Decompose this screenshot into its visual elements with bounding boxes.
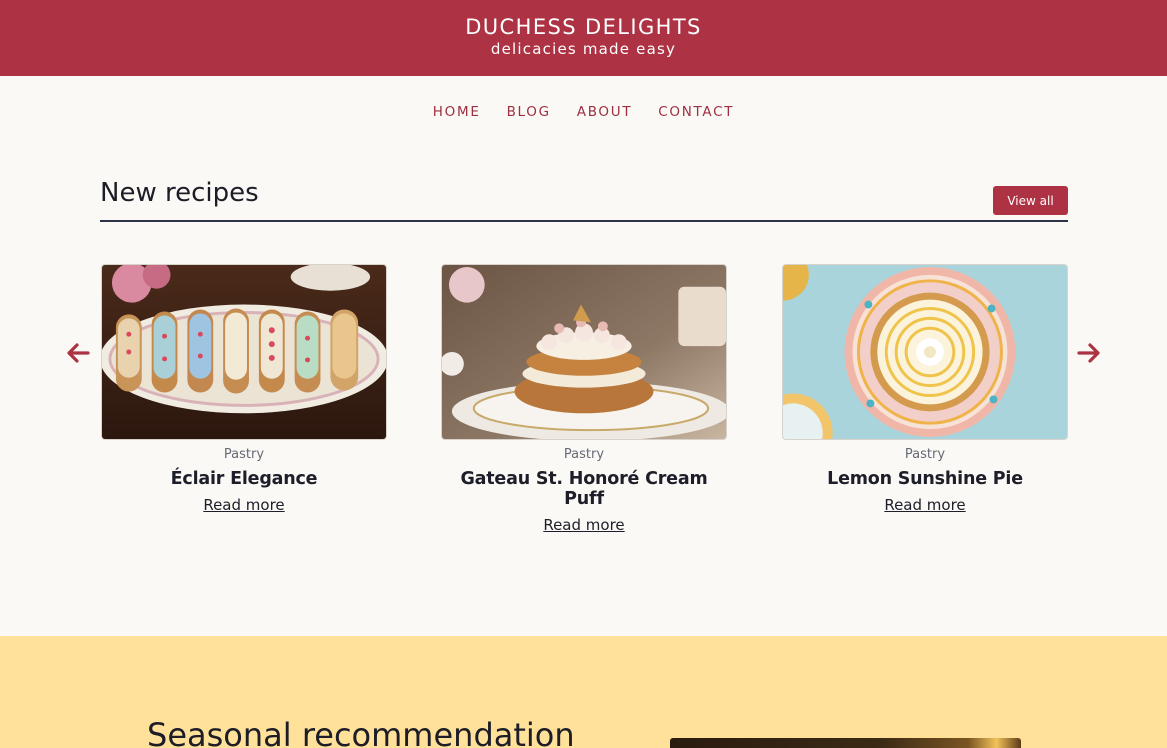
arrow-right-icon[interactable]: [1076, 340, 1102, 366]
arrow-left-icon[interactable]: [65, 340, 91, 366]
recipe-card: Pastry Lemon Sunshine Pie Read more: [782, 264, 1068, 514]
recipe-title[interactable]: Éclair Elegance: [101, 469, 387, 489]
seasonal-heading: Seasonal recommendation: [147, 716, 575, 748]
recipe-category: Pastry: [223, 447, 265, 462]
lemon-pie-photo[interactable]: [782, 264, 1068, 440]
recipe-title[interactable]: Gateau St. Honoré Cream Puff: [441, 469, 727, 509]
recipe-category: Pastry: [563, 447, 605, 462]
nav-contact[interactable]: CONTACT: [658, 104, 734, 120]
cream-puff-photo[interactable]: [441, 264, 727, 440]
section-divider: [100, 220, 1068, 222]
eclairs-photo[interactable]: [101, 264, 387, 440]
seasonal-photo[interactable]: [670, 738, 1021, 748]
nav-about[interactable]: ABOUT: [577, 104, 633, 120]
site-header: DUCHESS DELIGHTS delicacies made easy: [0, 0, 1167, 76]
new-recipes-heading: New recipes: [100, 178, 259, 208]
recipe-card: Pastry Gateau St. Honoré Cream Puff Read…: [441, 264, 727, 534]
view-all-button[interactable]: View all: [993, 186, 1068, 215]
site-tagline: delicacies made easy: [490, 40, 677, 58]
read-more-link[interactable]: Read more: [203, 496, 284, 514]
nav-blog[interactable]: BLOG: [507, 104, 551, 120]
recipe-card: Pastry Éclair Elegance Read more: [101, 264, 387, 514]
nav-home[interactable]: HOME: [433, 104, 481, 120]
site-title[interactable]: DUCHESS DELIGHTS: [0, 15, 1167, 39]
main-nav: HOME BLOG ABOUT CONTACT: [0, 104, 1167, 120]
recipe-category: Pastry: [904, 447, 946, 462]
recipe-title[interactable]: Lemon Sunshine Pie: [782, 469, 1068, 489]
read-more-link[interactable]: Read more: [543, 516, 624, 534]
seasonal-section: Seasonal recommendation: [0, 636, 1167, 748]
read-more-link[interactable]: Read more: [884, 496, 965, 514]
